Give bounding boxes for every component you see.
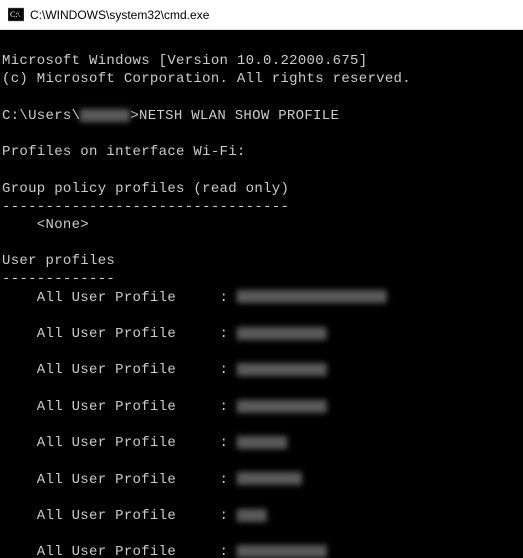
prompt-line-1: C:\Users\xxxxx>NETSH WLAN SHOW PROFILE — [2, 108, 339, 124]
titlebar[interactable]: C:\ C:\WINDOWS\system32\cmd.exe — [0, 0, 523, 30]
blank — [2, 235, 11, 251]
group-policy-header: Group policy profiles (read only) — [2, 181, 289, 197]
profile-row: All User Profile : xxxxxxxx — [2, 543, 521, 558]
blank — [2, 162, 11, 178]
command-text: >NETSH WLAN SHOW PROFILE — [130, 108, 339, 124]
blank — [2, 90, 11, 106]
prompt-path: C:\Users\ — [2, 108, 80, 124]
divider: ------------- — [2, 271, 115, 287]
interface-header: Profiles on interface Wi-Fi: — [2, 144, 246, 160]
profile-row: All User Profile : xxxxxxxx — [2, 361, 521, 379]
svg-text:C:\: C:\ — [10, 10, 21, 19]
banner-line2: (c) Microsoft Corporation. All rights re… — [2, 71, 411, 87]
redacted-profile-name: xxxxxxxx — [237, 327, 327, 340]
cmd-icon: C:\ — [8, 7, 24, 23]
profile-row: All User Profile : xxxxxxxxxx — [2, 289, 521, 307]
profile-label: All User Profile : — [2, 326, 237, 342]
profile-row: All User Profile : xxxxx — [2, 434, 521, 452]
profile-label: All User Profile : — [2, 472, 237, 488]
redacted-profile-name: xxxxxx — [237, 472, 302, 485]
profile-label: All User Profile : — [2, 362, 237, 378]
profile-label: All User Profile : — [2, 399, 237, 415]
redacted-profile-name: xxxxxxxxxx — [237, 290, 387, 303]
profile-row: All User Profile : xxx — [2, 507, 521, 525]
redacted-profile-name: xxxxx — [237, 436, 287, 449]
redacted-profile-name: xxxxxxxx — [237, 545, 327, 558]
redacted-profile-name: xxxxxxxx — [237, 363, 327, 376]
redacted-profile-name: xxxxxxxx — [237, 400, 327, 413]
blank — [2, 126, 11, 142]
window-title: C:\WINDOWS\system32\cmd.exe — [30, 8, 209, 22]
redacted-profile-name: xxx — [237, 509, 267, 522]
profile-row: All User Profile : xxxxxxxx — [2, 325, 521, 343]
profile-label: All User Profile : — [2, 435, 237, 451]
profile-label: All User Profile : — [2, 508, 237, 524]
banner-line1: Microsoft Windows [Version 10.0.22000.67… — [2, 53, 367, 69]
divider: --------------------------------- — [2, 199, 289, 215]
redacted-username: xxxxx — [80, 109, 130, 122]
profile-row: All User Profile : xxxxxx — [2, 471, 521, 489]
terminal-output[interactable]: Microsoft Windows [Version 10.0.22000.67… — [0, 30, 523, 558]
profile-row: All User Profile : xxxxxxxx — [2, 398, 521, 416]
none-value: <None> — [2, 217, 89, 233]
profile-label: All User Profile : — [2, 290, 237, 306]
user-profiles-header: User profiles — [2, 253, 115, 269]
profile-label: All User Profile : — [2, 544, 237, 558]
cmd-window: C:\ C:\WINDOWS\system32\cmd.exe Microsof… — [0, 0, 523, 558]
